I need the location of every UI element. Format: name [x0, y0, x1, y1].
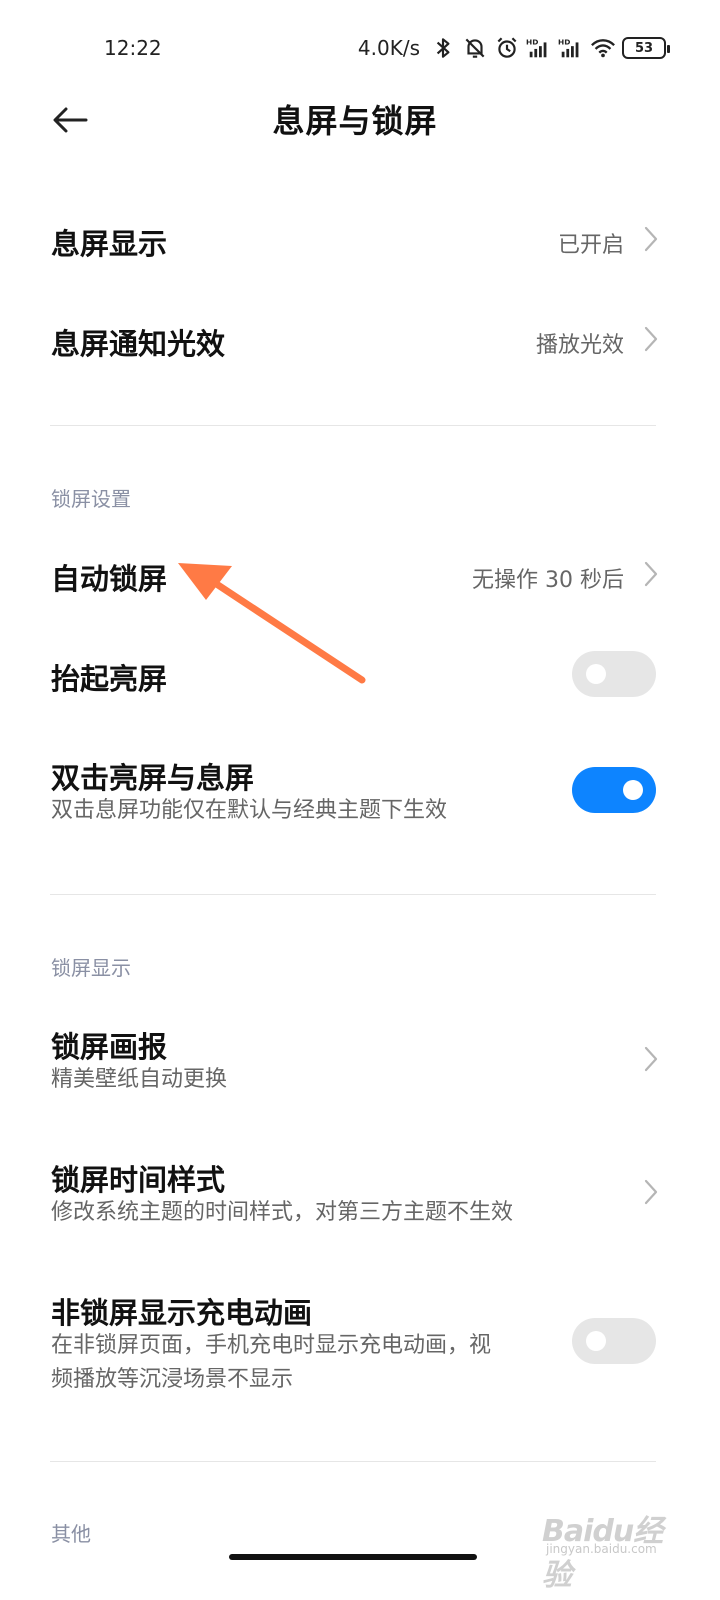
toggle-knob: [586, 664, 606, 684]
row-title: 息屏显示: [51, 227, 168, 261]
section-divider: [50, 1461, 656, 1462]
chevron-right-icon: [644, 326, 658, 352]
chevron-right-icon: [644, 226, 658, 252]
row-auto-lock[interactable]: 自动锁屏 无操作 30 秒后: [0, 540, 720, 610]
section-header-lock-settings: 锁屏设置: [51, 487, 131, 511]
row-subtitle-line2: 频播放等沉浸场景不显示: [51, 1367, 294, 1392]
row-subtitle: 修改系统主题的时间样式，对第三方主题不生效: [51, 1200, 514, 1225]
toggle-knob: [623, 780, 643, 800]
row-title: 抬起亮屏: [51, 662, 168, 696]
home-indicator[interactable]: [229, 1554, 477, 1560]
toggle-knob: [586, 1331, 606, 1351]
row-value: 已开启: [557, 233, 624, 258]
row-title: 锁屏画报: [51, 1030, 168, 1064]
row-subtitle-line1: 在非锁屏页面，手机充电时显示充电动画，视: [51, 1333, 492, 1358]
section-header-other: 其他: [51, 1522, 91, 1546]
toggle-charging-animation[interactable]: [572, 1318, 656, 1364]
section-divider: [50, 894, 656, 895]
row-lock-screen-wallpaper[interactable]: 锁屏画报 精美壁纸自动更换: [0, 1012, 720, 1108]
chevron-right-icon: [644, 1179, 658, 1205]
row-title: 非锁屏显示充电动画: [51, 1296, 313, 1330]
row-aod-notification-light[interactable]: 息屏通知光效 播放光效: [0, 305, 720, 375]
watermark-subtext: jingyan.baidu.com: [546, 1542, 657, 1556]
settings-list: 息屏显示 已开启 息屏通知光效 播放光效 锁屏设置 自动锁屏 无操作 30 秒后…: [0, 0, 720, 1600]
row-raise-to-wake[interactable]: 抬起亮屏: [0, 640, 720, 710]
section-header-lock-display: 锁屏显示: [51, 956, 131, 980]
row-value: 无操作 30 秒后: [472, 568, 624, 593]
toggle-double-tap-wake-sleep[interactable]: [572, 767, 656, 813]
watermark-logo: Baidu经验 jingyan.baidu.com: [542, 1494, 672, 1593]
row-charging-animation[interactable]: 非锁屏显示充电动画 在非锁屏页面，手机充电时显示充电动画，视 频播放等沉浸场景不…: [0, 1278, 720, 1408]
row-title: 锁屏时间样式: [51, 1163, 226, 1197]
row-title: 自动锁屏: [51, 562, 168, 596]
row-title: 双击亮屏与息屏: [51, 761, 255, 795]
section-divider: [50, 425, 656, 426]
row-subtitle: 双击息屏功能仅在默认与经典主题下生效: [51, 798, 448, 823]
chevron-right-icon: [644, 561, 658, 587]
row-double-tap-wake-sleep[interactable]: 双击亮屏与息屏 双击息屏功能仅在默认与经典主题下生效: [0, 745, 720, 845]
row-subtitle: 精美壁纸自动更换: [51, 1067, 228, 1092]
toggle-raise-to-wake[interactable]: [572, 651, 656, 697]
row-lock-clock-style[interactable]: 锁屏时间样式 修改系统主题的时间样式，对第三方主题不生效: [0, 1145, 720, 1241]
row-title: 息屏通知光效: [51, 327, 226, 361]
row-aod-display[interactable]: 息屏显示 已开启: [0, 205, 720, 275]
chevron-right-icon: [644, 1046, 658, 1072]
row-value: 播放光效: [535, 333, 624, 358]
